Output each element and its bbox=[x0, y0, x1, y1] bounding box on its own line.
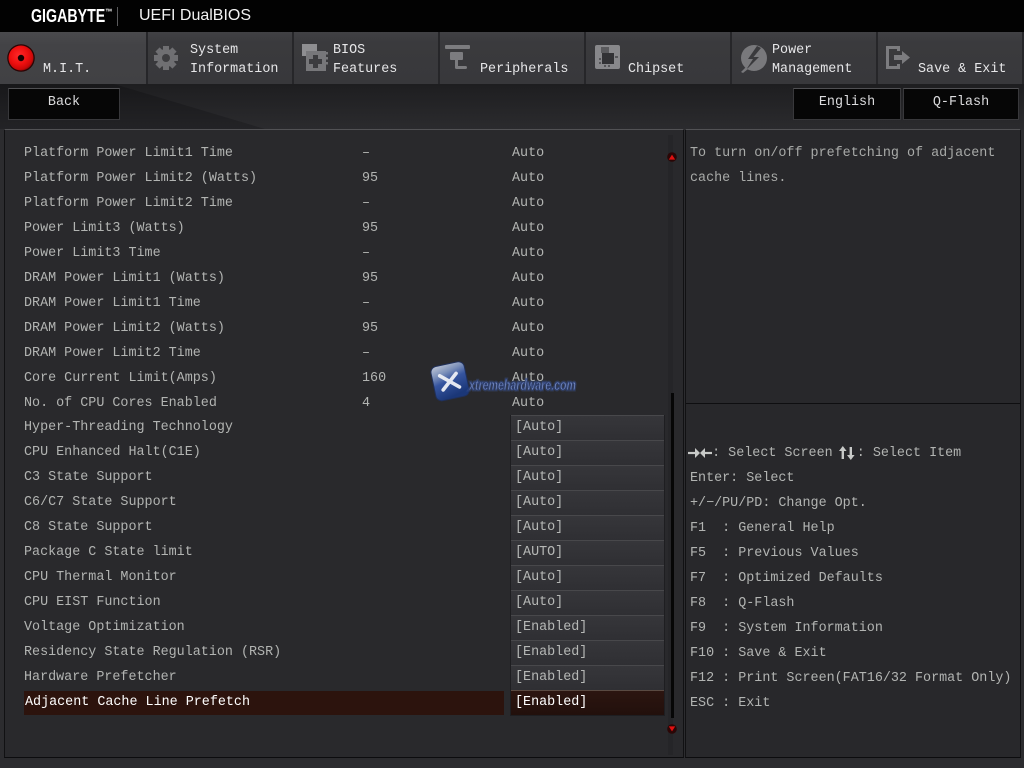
svg-text:xtremehardware.com: xtremehardware.com bbox=[468, 378, 576, 394]
